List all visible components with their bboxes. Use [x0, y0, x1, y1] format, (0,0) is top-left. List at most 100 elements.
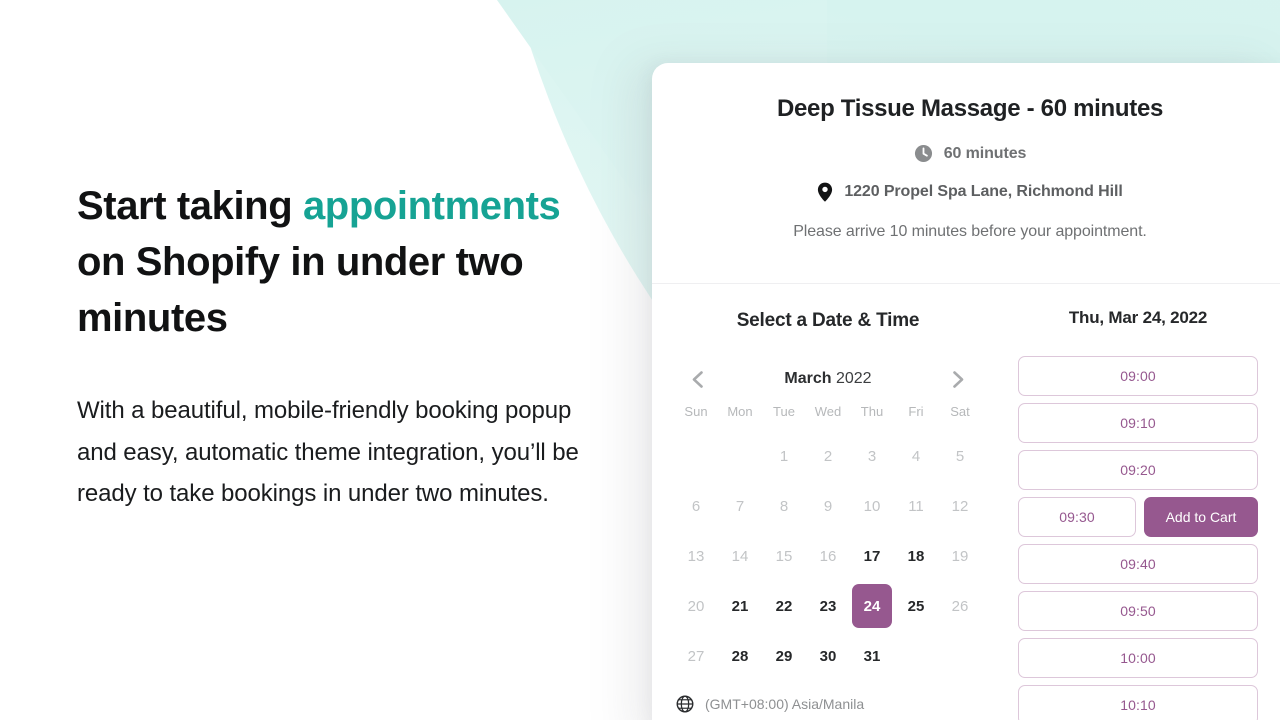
calendar-day-label: 5	[955, 447, 965, 465]
calendar-day-label: 15	[775, 547, 793, 565]
calendar-day-label: 27	[687, 647, 705, 665]
chevron-left-icon[interactable]	[686, 368, 708, 390]
calendar-day-29[interactable]: 29	[762, 631, 806, 681]
calendar-day-empty	[674, 431, 718, 481]
calendar-day-31[interactable]: 31	[850, 631, 894, 681]
calendar-day-empty	[718, 431, 762, 481]
chevron-right-icon[interactable]	[948, 368, 970, 390]
headline-accent-word: appointments	[302, 184, 561, 228]
calendar-day-18[interactable]: 18	[894, 531, 938, 581]
calendar-day-label: 10	[863, 497, 881, 515]
calendar-day-27: 27	[674, 631, 718, 681]
card-body: Select a Date & Time March 2022 Sun Mon …	[652, 284, 1280, 720]
timeslot-button-10:10[interactable]: 10:10	[1018, 685, 1258, 720]
service-title: Deep Tissue Massage - 60 minutes	[776, 95, 1164, 122]
calendar-day-28[interactable]: 28	[718, 631, 762, 681]
address-row: 1220 Propel Spa Lane, Richmond Hill	[676, 182, 1264, 202]
calendar-day-label: 25	[907, 597, 925, 615]
calendar-day-21[interactable]: 21	[718, 581, 762, 631]
weekday-label: Tue	[773, 404, 795, 419]
calendar-day-19: 19	[938, 531, 982, 581]
calendar-day-label: 21	[731, 597, 749, 615]
calendar-day-label	[720, 432, 760, 476]
timeslot-button-09:40[interactable]: 09:40	[1018, 544, 1258, 584]
timeslot-button-09:30[interactable]: 09:30	[1018, 497, 1136, 537]
calendar-day-11: 11	[894, 481, 938, 531]
card-header: Deep Tissue Massage - 60 minutes 60 minu…	[652, 63, 1280, 263]
arrival-notice: Please arrive 10 minutes before your app…	[793, 223, 1147, 240]
calendar-day-label	[940, 632, 980, 676]
calendar-day-3: 3	[850, 431, 894, 481]
calendar-day-label: 1	[779, 447, 789, 465]
calendar-day-label: 18	[907, 547, 925, 565]
calendar-week-row: 6 7 8 9 10 11 12	[674, 481, 982, 531]
timeslot-selected-row: 09:30 Add to Cart	[1018, 497, 1258, 537]
calendar-week-row: 27 28 29 30 31	[674, 631, 982, 681]
calendar-day-label: 23	[819, 597, 837, 615]
booking-popup-card: Deep Tissue Massage - 60 minutes 60 minu…	[652, 63, 1280, 720]
calendar-day-10: 10	[850, 481, 894, 531]
calendar-day-14: 14	[718, 531, 762, 581]
calendar-day-8: 8	[762, 481, 806, 531]
calendar-day-7: 7	[718, 481, 762, 531]
globe-icon	[676, 695, 694, 713]
timeslot-button-10:00[interactable]: 10:00	[1018, 638, 1258, 678]
weekday-label: Sat	[950, 404, 970, 419]
selected-date-label: Thu, Mar 24, 2022	[1068, 308, 1208, 327]
calendar-day-label: 3	[867, 447, 877, 465]
calendar-day-label: 28	[731, 647, 749, 665]
calendar-week-row: 20 21 22 23 24 25 26	[674, 581, 982, 631]
weekday-label: Thu	[860, 404, 884, 419]
timeslot-button-09:50[interactable]: 09:50	[1018, 591, 1258, 631]
calendar-day-4: 4	[894, 431, 938, 481]
calendar-day-2: 2	[806, 431, 850, 481]
calendar-day-24[interactable]: 24	[850, 581, 894, 631]
calendar-day-22[interactable]: 22	[762, 581, 806, 631]
calendar-day-30[interactable]: 30	[806, 631, 850, 681]
calendar-day-label: 24	[852, 584, 892, 628]
calendar-day-5: 5	[938, 431, 982, 481]
calendar-day-label: 17	[863, 547, 881, 565]
calendar-week-row: 1 2 3 4 5	[674, 431, 982, 481]
calendar-day-label: 2	[823, 447, 833, 465]
calendar-day-label: 22	[775, 597, 793, 615]
calendar-day-12: 12	[938, 481, 982, 531]
calendar-day-label	[896, 632, 936, 676]
weekday-label: Mon	[727, 404, 753, 419]
add-to-cart-button[interactable]: Add to Cart	[1144, 497, 1258, 537]
calendar-column: Select a Date & Time March 2022 Sun Mon …	[652, 284, 1004, 720]
calendar-day-label: 8	[779, 497, 789, 515]
page-headline: Start taking appointments on Shopify in u…	[77, 178, 637, 346]
calendar-day-16: 16	[806, 531, 850, 581]
timeslot-button-09:00[interactable]: 09:00	[1018, 356, 1258, 396]
weekday-label: Wed	[814, 404, 842, 419]
marketing-body-text: With a beautiful, mobile-friendly bookin…	[77, 397, 579, 507]
calendar-nav: March 2022	[674, 368, 982, 390]
calendar-day-25[interactable]: 25	[894, 581, 938, 631]
timezone-row[interactable]: (GMT+08:00) Asia/Manila	[674, 695, 982, 713]
calendar-day-23[interactable]: 23	[806, 581, 850, 631]
marketing-copy: Start taking appointments on Shopify in u…	[77, 178, 637, 515]
timeslot-column: Thu, Mar 24, 2022 09:00 09:10 09:20 09:30 Ad…	[1004, 284, 1280, 720]
calendar-day-17[interactable]: 17	[850, 531, 894, 581]
calendar-day-13: 13	[674, 531, 718, 581]
address-text: 1220 Propel Spa Lane, Richmond Hill	[844, 183, 1123, 200]
map-pin-icon	[817, 182, 833, 202]
duration-row: 60 minutes	[676, 144, 1264, 163]
calendar-day-label: 29	[775, 647, 793, 665]
calendar-day-9: 9	[806, 481, 850, 531]
calendar-week-row: 13 14 15 16 17 18 19	[674, 531, 982, 581]
calendar-section-title: Select a Date & Time	[736, 310, 920, 331]
weekday-label: Fri	[908, 404, 924, 419]
calendar-day-label: 14	[731, 547, 749, 565]
calendar-month-name: March	[784, 370, 832, 387]
calendar-day-label: 20	[687, 597, 705, 615]
timeslot-button-09:20[interactable]: 09:20	[1018, 450, 1258, 490]
timeslot-button-09:10[interactable]: 09:10	[1018, 403, 1258, 443]
calendar-day-20: 20	[674, 581, 718, 631]
calendar-day-empty	[938, 631, 982, 681]
calendar-day-label: 13	[687, 547, 705, 565]
calendar-day-label: 19	[951, 547, 969, 565]
page-root: Start taking appointments on Shopify in u…	[0, 0, 1280, 720]
calendar-day-label: 9	[823, 497, 833, 515]
